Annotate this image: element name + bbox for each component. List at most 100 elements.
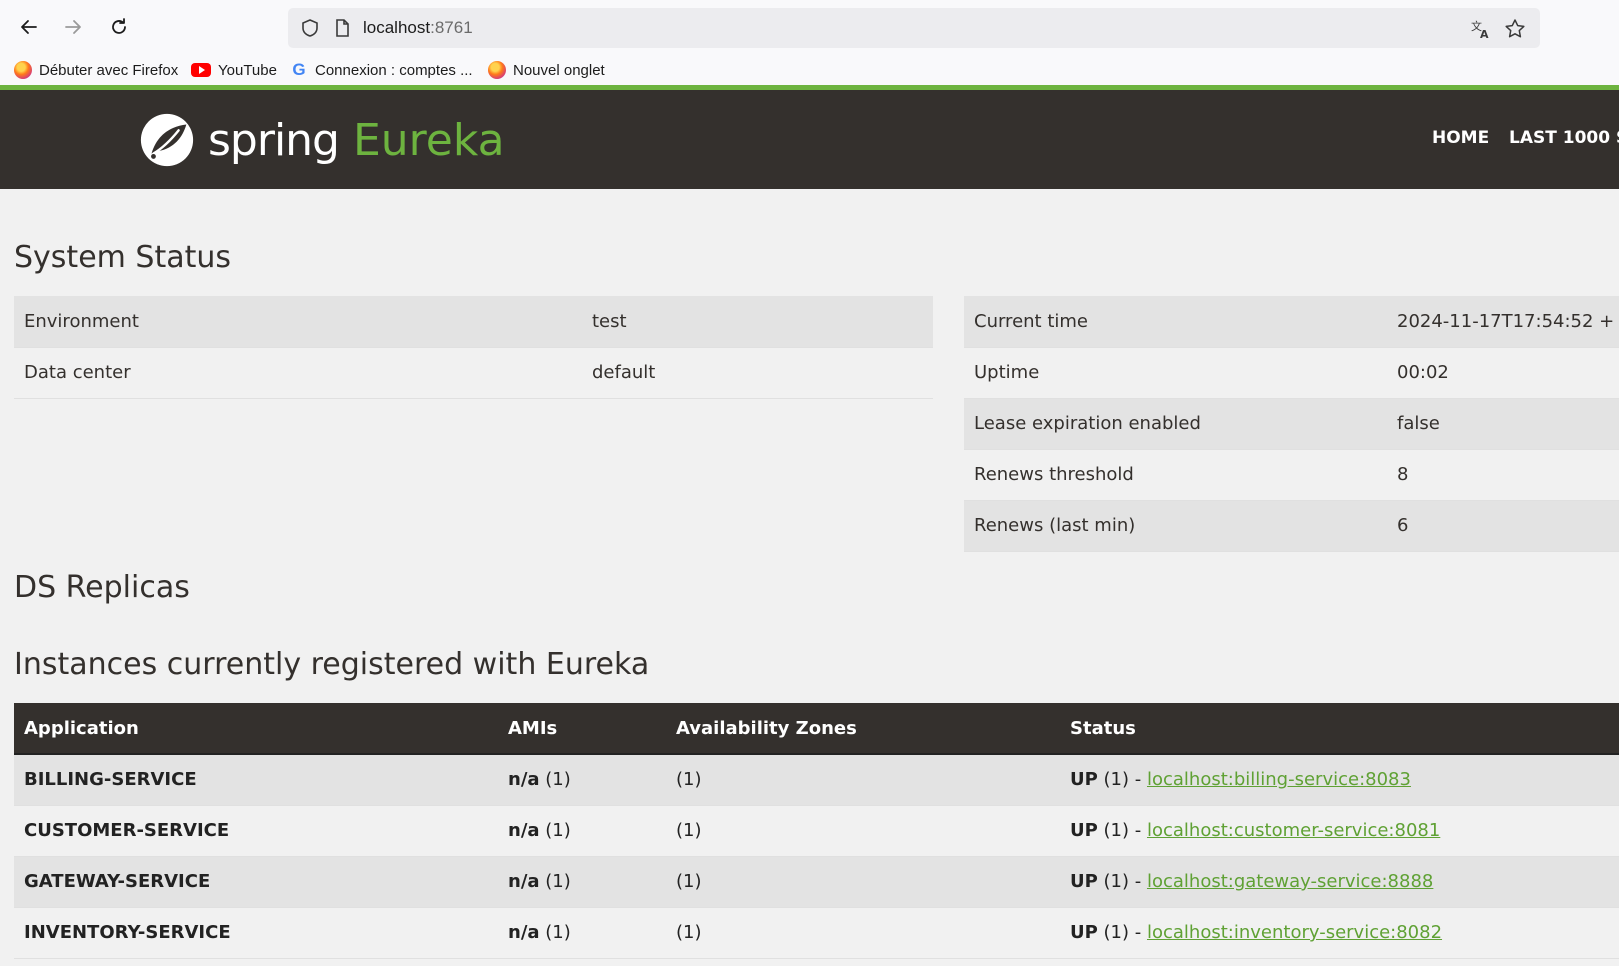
status-value: 00:02	[1387, 347, 1619, 399]
status-cell: UP (1) - localhost:inventory-service:808…	[1060, 907, 1619, 959]
status-count: (1) -	[1097, 820, 1147, 841]
table-row: BILLING-SERVICE n/a (1) (1) UP (1) - loc…	[14, 754, 1619, 806]
url-text[interactable]: localhost:8761	[363, 18, 473, 38]
youtube-icon	[191, 63, 211, 77]
ami-value: n/a	[508, 922, 540, 943]
back-button[interactable]	[13, 11, 45, 43]
status-value: default	[582, 347, 933, 399]
status-label: Lease expiration enabled	[964, 398, 1387, 450]
table-row: INVENTORY-SERVICE n/a (1) (1) UP (1) - l…	[14, 907, 1619, 959]
ami-count: (1)	[539, 820, 571, 841]
table-row: GATEWAY-SERVICE n/a (1) (1) UP (1) - loc…	[14, 856, 1619, 908]
reload-button[interactable]	[103, 11, 135, 43]
logo-eureka-text: Eureka	[352, 114, 505, 166]
bookmark-firefox[interactable]: Débuter avec Firefox	[14, 59, 178, 81]
bookmark-label: YouTube	[218, 61, 277, 79]
table-row: Environment test	[14, 296, 933, 348]
status-up: UP	[1070, 871, 1098, 892]
translate-icon[interactable]: 文A	[1470, 18, 1492, 40]
table-row: Renews threshold 8	[964, 449, 1619, 501]
column-header-zones: Availability Zones	[666, 703, 1060, 755]
instance-link[interactable]: localhost:billing-service:8083	[1147, 769, 1411, 790]
application-name: CUSTOMER-SERVICE	[14, 805, 498, 857]
amis-cell: n/a (1)	[498, 754, 666, 806]
status-up: UP	[1070, 922, 1098, 943]
bookmark-label: Connexion : comptes ...	[315, 61, 473, 79]
forward-button[interactable]	[57, 11, 89, 43]
instance-link[interactable]: localhost:inventory-service:8082	[1147, 922, 1442, 943]
status-count: (1) -	[1097, 922, 1147, 943]
arrow-right-icon	[65, 20, 81, 34]
status-cell: UP (1) - localhost:billing-service:8083	[1060, 754, 1619, 806]
status-value: 8	[1387, 449, 1619, 501]
page-icon[interactable]	[332, 18, 352, 38]
instances-table: Application AMIs Availability Zones Stat…	[14, 703, 1619, 959]
spring-eureka-logo[interactable]: spring Eureka	[138, 110, 505, 170]
bookmark-label: Débuter avec Firefox	[39, 61, 179, 79]
ami-count: (1)	[539, 871, 571, 892]
ami-count: (1)	[539, 769, 571, 791]
status-value: test	[582, 296, 933, 348]
system-status-title: System Status	[14, 240, 232, 275]
instance-link[interactable]: localhost:customer-service:8081	[1147, 820, 1440, 841]
status-label: Current time	[964, 296, 1387, 348]
application-name: BILLING-SERVICE	[14, 754, 498, 806]
ami-value: n/a	[508, 871, 540, 892]
nav-home[interactable]: HOME	[1432, 128, 1489, 148]
system-status-right-table: Current time 2024-11-17T17:54:52 + Uptim…	[964, 296, 1619, 552]
shield-icon[interactable]	[300, 18, 320, 38]
table-row: Data center default	[14, 347, 933, 399]
ami-count: (1)	[539, 922, 571, 943]
table-row: Current time 2024-11-17T17:54:52 +	[964, 296, 1619, 348]
status-label: Environment	[14, 296, 582, 348]
table-row: Renews (last min) 6	[964, 500, 1619, 552]
browser-toolbar: localhost:8761 文A	[0, 0, 1619, 55]
nav-last-1000[interactable]: LAST 1000 S	[1509, 128, 1619, 148]
amis-cell: n/a (1)	[498, 805, 666, 857]
column-header-status: Status	[1060, 703, 1619, 755]
column-header-amis: AMIs	[498, 703, 666, 755]
bookmarks-bar: Débuter avec Firefox YouTube G Connexion…	[0, 55, 1619, 85]
ami-value: n/a	[508, 820, 540, 841]
svg-text:A: A	[1480, 28, 1489, 40]
instance-link[interactable]: localhost:gateway-service:8888	[1147, 871, 1433, 892]
amis-cell: n/a (1)	[498, 907, 666, 959]
bookmark-new-tab[interactable]: Nouvel onglet	[488, 59, 605, 81]
ami-value: n/a	[508, 769, 540, 791]
table-row: Uptime 00:02	[964, 347, 1619, 399]
status-cell: UP (1) - localhost:customer-service:8081	[1060, 805, 1619, 857]
spring-leaf-icon	[140, 113, 194, 167]
ds-replicas-title: DS Replicas	[14, 570, 190, 605]
url-bar[interactable]: localhost:8761 文A	[288, 8, 1540, 48]
table-row: CUSTOMER-SERVICE n/a (1) (1) UP (1) - lo…	[14, 805, 1619, 857]
status-count: (1) -	[1097, 871, 1147, 892]
status-cell: UP (1) - localhost:gateway-service:8888	[1060, 856, 1619, 908]
status-label: Data center	[14, 347, 582, 399]
instances-title: Instances currently registered with Eure…	[14, 647, 650, 682]
zones-cell: (1)	[666, 856, 1060, 908]
table-row: Lease expiration enabled false	[964, 398, 1619, 450]
status-value: 2024-11-17T17:54:52 +	[1387, 296, 1619, 348]
column-header-application: Application	[14, 703, 498, 755]
status-label: Renews threshold	[964, 449, 1387, 501]
bookmark-youtube[interactable]: YouTube	[191, 59, 277, 81]
status-up: UP	[1070, 820, 1098, 841]
application-name: INVENTORY-SERVICE	[14, 907, 498, 959]
system-status-left-table: Environment test Data center default	[14, 296, 933, 399]
eureka-header: spring Eureka HOME LAST 1000 S	[0, 90, 1619, 189]
status-label: Uptime	[964, 347, 1387, 399]
firefox-icon	[14, 61, 32, 79]
bookmark-google[interactable]: G Connexion : comptes ...	[290, 59, 473, 81]
star-icon[interactable]	[1504, 18, 1526, 40]
application-name: GATEWAY-SERVICE	[14, 856, 498, 908]
status-value: 6	[1387, 500, 1619, 552]
zones-cell: (1)	[666, 907, 1060, 959]
google-icon: G	[292, 60, 306, 79]
logo-spring-text: spring	[208, 114, 340, 166]
reload-icon	[112, 18, 126, 34]
status-count: (1) -	[1097, 769, 1147, 791]
url-host: localhost	[363, 18, 431, 37]
zones-cell: (1)	[666, 754, 1060, 806]
table-header-row: Application AMIs Availability Zones Stat…	[14, 703, 1619, 755]
url-port: :8761	[430, 18, 473, 37]
